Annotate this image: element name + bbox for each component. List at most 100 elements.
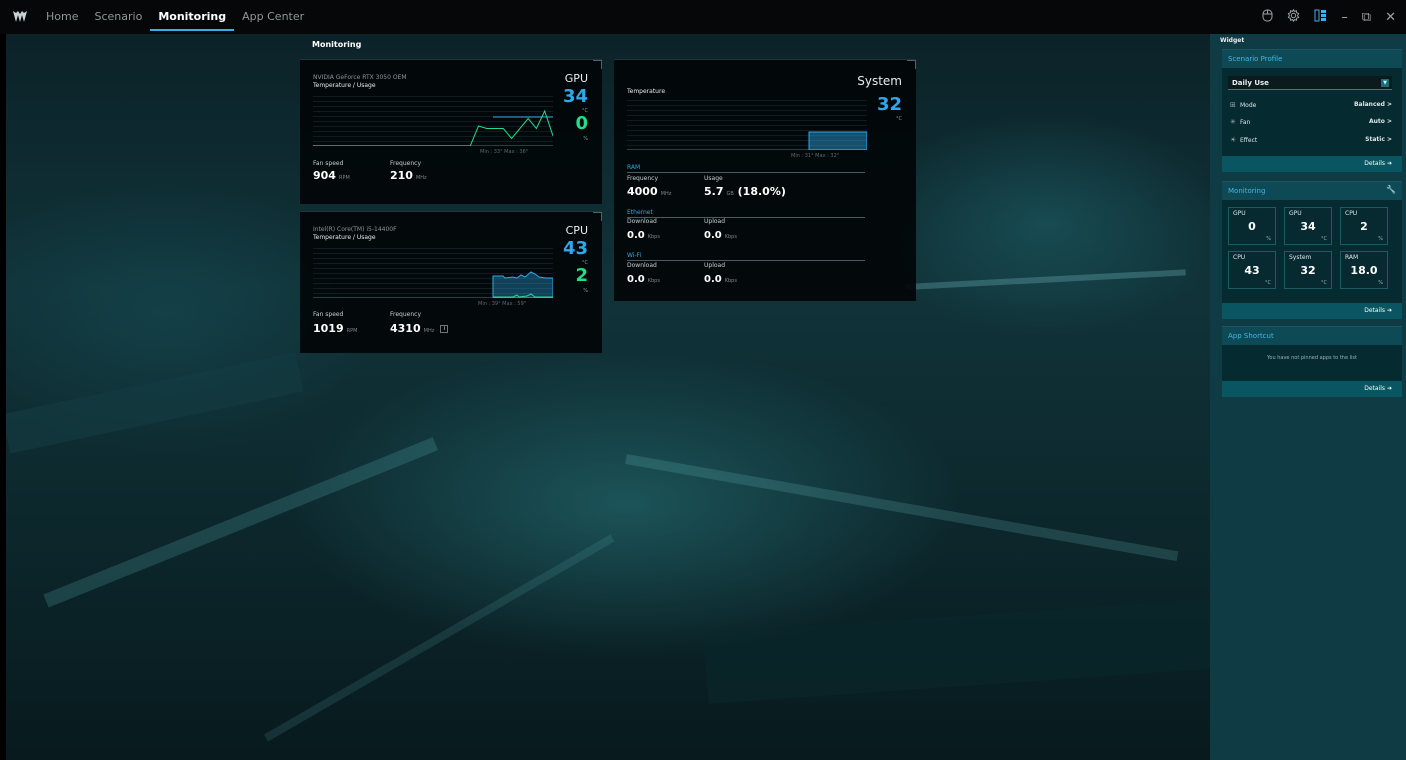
system-temp-graph <box>627 100 868 151</box>
monitor-cell-label: GPU <box>1233 210 1246 217</box>
nav-app-center[interactable]: App Center <box>234 0 312 34</box>
cpu-device-name: Intel(R) Core(TM) i5-14400F <box>313 226 397 233</box>
cpu-graph-lines <box>492 271 554 299</box>
gpu-card-subtitle: Temperature / Usage <box>313 82 376 89</box>
gpu-temp-value: 34 <box>562 86 588 107</box>
restore-icon[interactable]: ⧉ <box>1362 10 1371 25</box>
system-temp-area <box>808 131 868 151</box>
monitor-cell-unit: °C <box>1265 280 1271 286</box>
ram-freq-unit: MHz <box>660 191 672 197</box>
shortcut-details-button[interactable]: Details ➔ <box>1222 381 1402 397</box>
main-nav: Home Scenario Monitoring App Center <box>38 0 312 34</box>
cpu-freq-label: Frequency <box>390 311 421 318</box>
cpu-fan-number: 1019 <box>313 322 344 335</box>
mouse-icon[interactable] <box>1262 9 1273 26</box>
cpu-fan-unit: RPM <box>346 328 358 334</box>
gpu-freq-unit: MHz <box>415 175 427 181</box>
ram-freq-value: 4000 MHz <box>627 185 671 198</box>
app-shortcut-head: App Shortcut <box>1222 327 1402 345</box>
gpu-fan-value: 904 RPM <box>313 169 350 182</box>
mode-label: Mode <box>1240 102 1257 109</box>
nav-monitoring[interactable]: Monitoring <box>150 0 234 34</box>
system-temp-value: 32 <box>876 94 902 115</box>
profile-select[interactable]: Daily Use ▼ <box>1228 76 1392 90</box>
system-label: System <box>857 74 902 88</box>
gpu-freq-label: Frequency <box>390 160 421 167</box>
gpu-device-name: NVIDIA GeForce RTX 3050 OEM <box>313 74 407 81</box>
gpu-usage-line <box>313 109 554 147</box>
monitor-cell-cpu-usage: CPU 2 % <box>1340 207 1388 245</box>
widget-panel-icon[interactable] <box>1314 9 1327 26</box>
cpu-temp-usage-graph <box>313 248 554 299</box>
cpu-card: Intel(R) Core(TM) i5-14400F Temperature … <box>300 211 602 353</box>
settings-gear-icon[interactable] <box>1287 8 1300 26</box>
wifi-down-value: 0.0 Kbps <box>627 274 660 285</box>
ram-usage-unit: GB <box>726 191 734 197</box>
fan-label: Fan <box>1240 119 1251 126</box>
gpu-freq-value: 210 MHz <box>390 169 427 182</box>
monitor-cell-ram-usage: RAM 18.0 % <box>1340 251 1388 289</box>
monitor-cell-unit: °C <box>1321 236 1327 242</box>
fan-icon: ✳ <box>1230 118 1236 126</box>
ram-usage-label: Usage <box>704 175 723 182</box>
system-temp-title: Temperature <box>627 88 666 95</box>
monitor-cell-cpu-temp: CPU 43 °C <box>1228 251 1276 289</box>
scene-shape <box>703 597 1210 704</box>
gpu-fan-label: Fan speed <box>313 160 344 167</box>
background-scene <box>6 34 1210 760</box>
cpu-minmax: Min : 39° Max : 59° <box>478 301 527 307</box>
widget-panel: Widget Scenario Profile Daily Use ▼ ⊞ Mod… <box>1210 34 1406 760</box>
ram-group-title: RAM <box>627 164 865 173</box>
monitor-cell-label: GPU <box>1289 210 1302 217</box>
monitor-cell-value: 2 <box>1360 220 1368 233</box>
ethernet-down-unit: Kbps <box>647 234 660 240</box>
scenario-row-mode[interactable]: ⊞ Mode Balanced > <box>1230 100 1392 110</box>
ram-freq-number: 4000 <box>627 185 658 198</box>
nav-home[interactable]: Home <box>38 0 86 34</box>
nav-scenario[interactable]: Scenario <box>86 0 150 34</box>
gpu-card: NVIDIA GeForce RTX 3050 OEM Temperature … <box>300 59 602 204</box>
system-temp-unit: °C <box>896 116 902 122</box>
gpu-usage-value: 0 <box>575 113 588 134</box>
monitor-cell-label: RAM <box>1345 254 1359 261</box>
scenario-row-fan[interactable]: ✳ Fan Auto > <box>1230 117 1392 127</box>
effect-icon: ☀ <box>1230 136 1237 144</box>
gpu-fan-unit: RPM <box>338 175 350 181</box>
gpu-usage-unit: % <box>583 136 588 142</box>
ram-freq-label: Frequency <box>627 175 658 182</box>
scenario-profile-head: Scenario Profile <box>1222 50 1402 68</box>
gpu-label: GPU <box>564 72 588 85</box>
monitoring-widget-head: Monitoring <box>1222 182 1402 200</box>
ethernet-down-number: 0.0 <box>627 230 645 241</box>
mode-value: Balanced > <box>1353 101 1392 108</box>
profile-select-value: Daily Use <box>1232 79 1269 87</box>
monitor-cell-gpu-usage: GPU 0 % <box>1228 207 1276 245</box>
page-title: Monitoring <box>312 40 362 49</box>
monitor-cell-value: 34 <box>1300 220 1316 233</box>
scene-beam <box>625 454 1179 562</box>
cpu-label: CPU <box>565 224 588 237</box>
wrench-icon[interactable]: 🔧 <box>1386 185 1396 194</box>
ethernet-up-number: 0.0 <box>704 230 722 241</box>
effect-value: Static > <box>1365 136 1392 143</box>
scene-shape <box>6 352 304 454</box>
wifi-up-unit: Kbps <box>724 278 737 284</box>
minimize-icon[interactable]: – <box>1341 10 1348 25</box>
scenario-details-button[interactable]: Details ➔ <box>1222 156 1402 172</box>
scenario-row-effect[interactable]: ☀ Effect Static > <box>1230 135 1392 145</box>
predator-logo-icon <box>12 10 28 24</box>
cpu-usage-unit: % <box>583 288 588 294</box>
info-icon[interactable]: i <box>440 325 449 333</box>
cpu-temp-value: 43 <box>562 238 588 259</box>
monitoring-details-button[interactable]: Details ➔ <box>1222 303 1402 319</box>
wifi-down-number: 0.0 <box>627 274 645 285</box>
cpu-fan-value: 1019 RPM <box>313 322 357 335</box>
monitor-cell-unit: % <box>1266 236 1271 242</box>
monitor-cell-unit: °C <box>1321 280 1327 286</box>
ethernet-group-title: Ethernet <box>627 209 865 218</box>
cpu-freq-unit: MHz <box>423 328 435 334</box>
monitor-cell-gpu-temp: GPU 34 °C <box>1284 207 1332 245</box>
gpu-temp-usage-graph <box>313 96 554 147</box>
cpu-fan-label: Fan speed <box>313 311 344 318</box>
close-icon[interactable]: ✕ <box>1385 10 1396 25</box>
